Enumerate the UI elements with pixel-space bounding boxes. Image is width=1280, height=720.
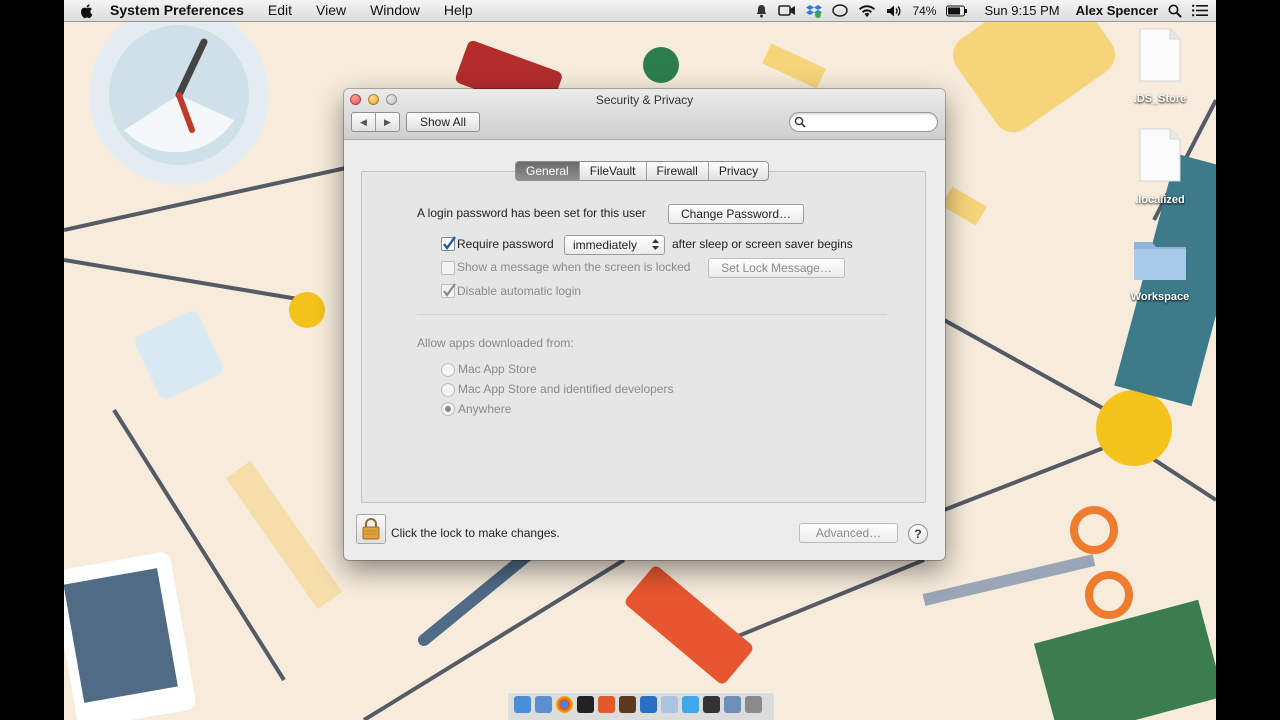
- desktop-icon-ds-store[interactable]: .DS_Store: [1128, 28, 1192, 105]
- advanced-button[interactable]: Advanced…: [799, 523, 898, 543]
- dock: [507, 692, 775, 720]
- require-password-label: Require password: [457, 237, 554, 251]
- tab-general[interactable]: General: [516, 162, 579, 180]
- notification-bell-icon[interactable]: [755, 4, 768, 18]
- change-password-button[interactable]: Change Password…: [668, 204, 804, 224]
- radio-selected-dot: [445, 406, 451, 412]
- after-sleep-text: after sleep or screen saver begins: [672, 237, 853, 251]
- up-down-arrows-icon: [652, 239, 659, 250]
- window-toolbar: Security & Privacy ◀ ▶ Show All: [344, 89, 945, 140]
- window-title: Security & Privacy: [595, 93, 694, 107]
- finder-dock-icon[interactable]: [514, 696, 531, 713]
- app-dock-icon[interactable]: [619, 696, 636, 713]
- back-forward-control: ◀ ▶: [351, 112, 400, 132]
- apple-menu-icon[interactable]: [78, 2, 96, 20]
- app-store-dock-icon[interactable]: [535, 696, 552, 713]
- menu-window[interactable]: Window: [358, 0, 432, 21]
- menu-view[interactable]: View: [304, 0, 358, 21]
- radio-anywhere-label: Anywhere: [458, 402, 512, 416]
- desktop: System Preferences Edit View Window Help…: [64, 0, 1216, 720]
- login-password-text: A login password has been set for this u…: [417, 206, 646, 220]
- disable-automatic-login-checkbox[interactable]: [441, 283, 456, 298]
- menu-clock[interactable]: Sun 9:15 PM: [984, 3, 1059, 18]
- notification-center-icon[interactable]: [1192, 4, 1208, 17]
- help-button[interactable]: ?: [908, 524, 928, 544]
- folder-icon: [1134, 242, 1186, 280]
- app-dock-icon[interactable]: [661, 696, 678, 713]
- tab-bar: General FileVault Firewall Privacy: [515, 161, 770, 181]
- lock-button[interactable]: [356, 514, 386, 544]
- facetime-camera-icon[interactable]: [778, 4, 796, 17]
- document-icon: [1139, 128, 1181, 182]
- chrome-dock-icon[interactable]: [556, 696, 573, 713]
- terminal-dock-icon[interactable]: [577, 696, 594, 713]
- forward-arrow-icon[interactable]: ▶: [376, 113, 399, 131]
- h-app-dock-icon[interactable]: [598, 696, 615, 713]
- radio-identified-developers-label: Mac App Store and identified developers: [458, 382, 674, 396]
- volume-icon[interactable]: [886, 4, 902, 18]
- radio-mac-app-store-label: Mac App Store: [458, 362, 537, 376]
- search-input[interactable]: [789, 112, 938, 132]
- lock-status-text: Click the lock to make changes.: [391, 526, 560, 540]
- desktop-icon-label: Workspace: [1130, 291, 1190, 303]
- battery-icon[interactable]: [946, 5, 968, 17]
- document-icon: [1139, 28, 1181, 82]
- radio-identified-developers[interactable]: [441, 383, 455, 397]
- wifi-icon[interactable]: [858, 4, 876, 18]
- menu-help[interactable]: Help: [432, 0, 485, 21]
- section-divider: [417, 314, 887, 315]
- set-lock-message-button[interactable]: Set Lock Message…: [708, 258, 845, 278]
- search-icon: [794, 116, 806, 128]
- menu-user-name[interactable]: Alex Spencer: [1076, 3, 1158, 18]
- require-password-checkbox[interactable]: [441, 236, 456, 251]
- battery-percent: 74%: [912, 3, 937, 18]
- checkmark-icon: [443, 236, 456, 251]
- system-preferences-dock-icon[interactable]: [745, 696, 762, 713]
- dropbox-icon[interactable]: [806, 4, 823, 18]
- spotlight-search-icon[interactable]: [1168, 4, 1182, 18]
- require-password-delay-select[interactable]: immediately: [564, 235, 665, 255]
- radio-anywhere[interactable]: [441, 402, 455, 416]
- app-dock-icon[interactable]: [724, 696, 741, 713]
- desktop-icon-workspace[interactable]: Workspace: [1128, 236, 1192, 303]
- show-all-button[interactable]: Show All: [406, 112, 480, 132]
- twitter-dock-icon[interactable]: [682, 696, 699, 713]
- checkmark-icon: [443, 283, 456, 297]
- menu-bar: System Preferences Edit View Window Help…: [64, 0, 1216, 22]
- security-privacy-window: Security & Privacy ◀ ▶ Show All General …: [344, 89, 945, 560]
- desktop-icon-label: .localized: [1135, 194, 1185, 206]
- require-password-delay-value: immediately: [573, 238, 638, 252]
- app-dock-icon[interactable]: [703, 696, 720, 713]
- menu-edit[interactable]: Edit: [256, 0, 304, 21]
- menu-extras: 74% Sun 9:15 PM Alex Spencer: [755, 0, 1208, 21]
- show-message-label: Show a message when the screen is locked: [457, 260, 691, 274]
- back-arrow-icon[interactable]: ◀: [352, 113, 376, 131]
- show-message-checkbox[interactable]: [441, 261, 455, 275]
- tab-filevault[interactable]: FileVault: [578, 162, 646, 180]
- desktop-icon-localized[interactable]: .localized: [1128, 128, 1192, 206]
- menu-app-name[interactable]: System Preferences: [98, 0, 256, 21]
- allow-apps-heading: Allow apps downloaded from:: [417, 336, 574, 350]
- app-dock-icon[interactable]: [640, 696, 657, 713]
- disable-automatic-login-label: Disable automatic login: [457, 284, 582, 298]
- radio-mac-app-store[interactable]: [441, 363, 455, 377]
- messages-icon[interactable]: [832, 3, 849, 18]
- desktop-icon-label: .DS_Store: [1133, 93, 1187, 105]
- tab-firewall[interactable]: Firewall: [645, 162, 708, 180]
- tab-privacy[interactable]: Privacy: [707, 162, 768, 180]
- padlock-icon: [362, 518, 380, 540]
